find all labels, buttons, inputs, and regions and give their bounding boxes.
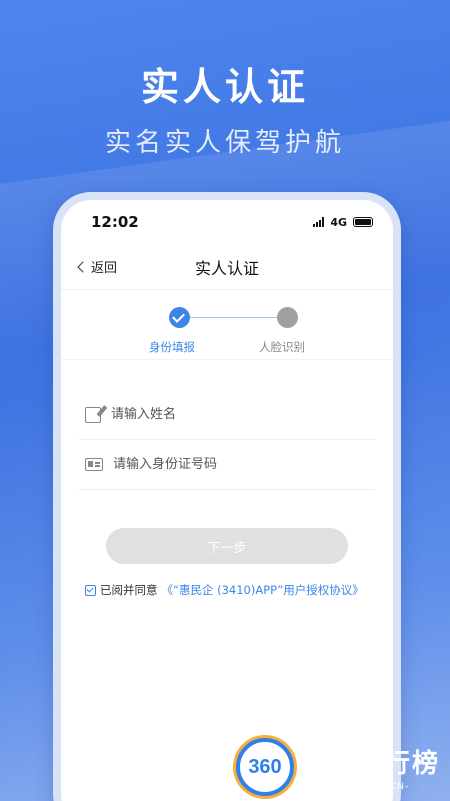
back-label: 返回 [91,261,118,276]
status-bar: 12:02 4G [61,200,393,244]
promo-headline: 实人认证 [140,65,309,109]
watermark: 360 网站排行榜 -WANGZHAN360.CN- [236,738,440,796]
network-type: 4G [330,215,347,229]
signal-icon [313,217,325,227]
step-1-check-icon [169,307,190,328]
agreement-row: 已阅并同意 《“惠民企 (3410)APP”用户授权协议》 [85,582,393,598]
status-time: 12:02 [91,213,139,231]
promo-subline: 实名实人保驾护航 [104,128,345,158]
id-form [61,360,393,490]
agreement-checkbox[interactable] [85,584,96,596]
phone-screen: 12:02 4G 返回 实人认证 身份填报 人脸识别 请输入姓名 请输入身份证号… [61,200,393,801]
step-2-label: 人脸识别 [259,340,305,354]
progress-stepper: 身份填报 人脸识别 [61,290,393,360]
step-connector [189,317,277,318]
edit-icon [85,406,101,423]
battery-icon [353,217,373,227]
next-button[interactable]: 下一步 [106,528,348,564]
id-number-input[interactable] [113,457,375,472]
chevron-left-icon [77,260,89,273]
id-card-icon [85,458,103,471]
status-indicators: 4G [313,216,373,229]
nav-bar: 返回 实人认证 [61,244,393,290]
step-2-dot-icon [277,307,298,328]
phone-mockup: 12:02 4G 返回 实人认证 身份填报 人脸识别 请输入姓名 请输入身份证号… [53,192,401,801]
watermark-title: 网站排行榜 [300,748,441,779]
back-button[interactable]: 返回 [77,257,118,276]
agreement-prefix: 已阅并同意 [100,583,158,597]
name-input[interactable] [111,407,375,422]
id-field-row [79,440,375,490]
agreement-link[interactable]: 《“惠民企 (3410)APP”用户授权协议》 [162,582,364,598]
watermark-text: 网站排行榜 -WANGZHAN360.CN- [300,743,440,792]
watermark-logo: 360 [236,738,294,796]
step-1-label: 身份填报 [149,340,195,354]
name-field-row [79,390,375,440]
watermark-url: -WANGZHAN360.CN- [300,781,410,792]
